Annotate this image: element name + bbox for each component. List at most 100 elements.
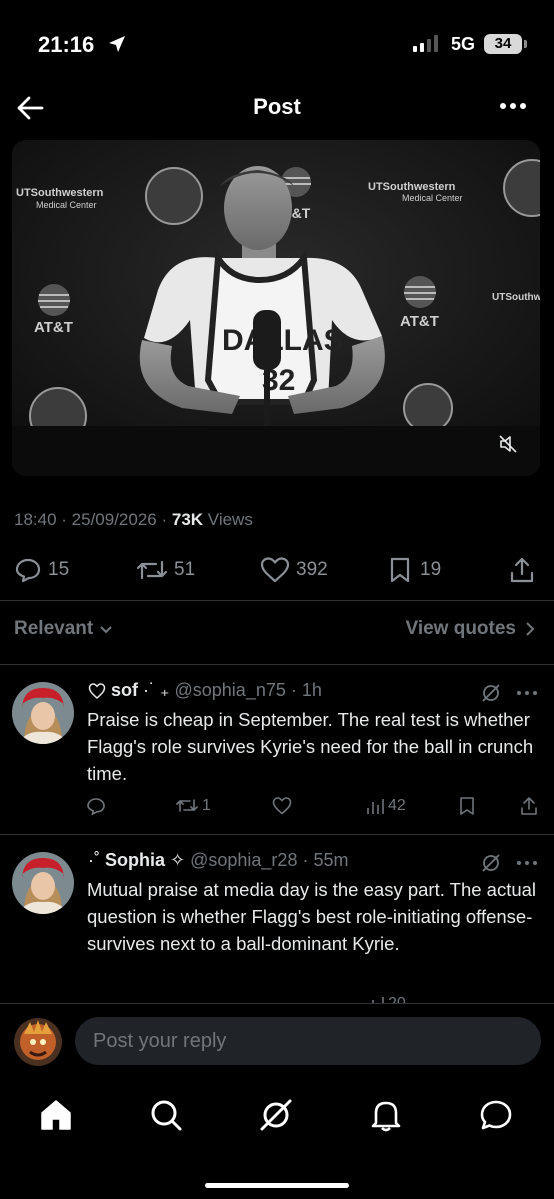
views-button[interactable]: 20 [366,994,406,1003]
like-button[interactable]: 392 [260,556,328,584]
battery-icon: 34 [484,34,522,54]
sponsor-text: UTSouthwestern [492,292,540,303]
att-text: AT&T [400,313,439,330]
reply-actions: 1 42 [0,796,554,822]
notifications-icon[interactable] [368,1097,404,1133]
location-arrow-icon [109,36,125,52]
signal-icon [413,35,438,52]
more-icon[interactable] [516,690,538,696]
grok-icon[interactable] [258,1097,294,1133]
page-title: Post [253,94,301,119]
reply-item[interactable]: ·˚ Sophia ✧ @sophia_r28 · 55m Mutual pra… [0,834,554,1003]
search-icon[interactable] [148,1097,184,1133]
view-quotes-label: View quotes [405,618,516,639]
bookmark-button[interactable] [458,796,476,816]
reply-item[interactable]: sof ·˙ ₊ @sophia_n75 · 1h Praise is chea… [0,664,554,834]
views-icon [372,997,384,1003]
status-bar: 21:16 5G 34 [0,0,554,88]
reply-icon [87,798,105,816]
more-icon[interactable] [516,860,538,866]
bookmark-icon [390,557,410,583]
bookmark-count: 19 [420,559,442,580]
repost-count: 1 [202,797,211,814]
reply-composer: Post your reply [0,1003,554,1079]
post-meta: 18:40 · 25/09/2026 · 73K Views [14,510,253,529]
like-count: 392 [296,559,328,580]
share-button[interactable] [508,556,536,584]
post-views-label: Views [207,510,253,529]
views-icon [367,799,384,814]
repost-icon [176,799,198,812]
bottom-tab-bar [0,1079,554,1199]
reply-author-handle[interactable]: @sophia_r28 [190,850,297,871]
sort-dropdown[interactable]: Relevant [14,618,113,640]
reply-count: 15 [48,559,70,580]
network-type: 5G [451,34,476,54]
reply-author-suffix: ·˙ ₊ [143,680,170,700]
avatar[interactable] [12,852,74,914]
mute-icon[interactable] [498,434,518,454]
views-button[interactable]: 42 [366,796,406,816]
reply-author-handle[interactable]: @sophia_n75 [175,680,286,701]
top-nav: Post [0,88,554,128]
sponsor-text: UTSouthwestern [368,181,456,193]
heart-icon [272,797,292,815]
sponsor-text: UTSouthwestern [16,187,104,199]
avatar[interactable] [12,682,74,744]
grok-icon[interactable] [480,682,502,704]
divider [0,600,554,601]
more-icon[interactable] [496,94,530,118]
post-time: 18:40 [14,510,57,529]
reply-time: 1h [301,680,322,700]
repost-button[interactable]: 1 [176,796,211,816]
repost-button[interactable]: 51 [136,556,195,584]
share-button[interactable] [520,796,538,816]
video-frame: UTSouthwestern Medical Center UTSouthwes… [12,140,540,476]
heart-icon [260,557,290,583]
reply-icon [15,558,41,583]
reply-button[interactable] [86,796,106,816]
views-count: 20 [388,995,406,1003]
home-icon[interactable] [38,1097,74,1133]
reply-author-suffix: ✧ [170,850,186,870]
avatar[interactable] [14,1018,62,1066]
like-button[interactable] [272,796,292,816]
share-icon [521,797,537,815]
bookmark-icon [460,797,474,815]
post-actions: 15 51 392 19 [0,552,554,592]
views-count: 42 [388,797,406,814]
chevron-right-icon [526,622,535,636]
repost-count: 51 [174,559,196,580]
post-date: 25/09/2026 [71,510,157,529]
reply-sort-row: Relevant View quotes [0,612,554,646]
sponsor-subtext: Medical Center [36,200,97,210]
reply-text: Praise is cheap in September. The real t… [87,709,534,784]
home-indicator [205,1183,349,1188]
post-video[interactable]: UTSouthwestern Medical Center UTSouthwes… [12,140,540,476]
reply-author-name[interactable]: Sophia [105,850,165,871]
messages-icon[interactable] [478,1097,514,1133]
reply-text: Mutual praise at media day is the easy p… [87,879,537,954]
att-text: AT&T [34,319,73,336]
reply-author-prefix: ·˚ [88,850,100,870]
jersey-text: DALLAS [222,324,344,357]
sponsor-subtext: Medical Center [402,193,463,203]
post-views-count: 73K [171,510,204,529]
reply-input[interactable]: Post your reply [75,1017,541,1065]
repost-icon [136,560,168,580]
chevron-down-icon [100,626,112,634]
battery-tip [524,40,527,48]
reply-time: 55m [313,850,349,870]
sort-label: Relevant [14,618,94,639]
status-time: 21:16 [38,32,95,57]
reply-author-name[interactable]: sof [111,680,138,701]
share-icon [510,557,534,583]
reply-header: sof ·˙ ₊ @sophia_n75 · 1h [88,680,322,701]
reply-actions: 20 [0,994,554,1003]
bookmark-button[interactable]: 19 [386,556,441,584]
view-quotes-link[interactable]: View quotes [405,618,536,640]
heart-outline-icon [88,682,106,699]
grok-icon[interactable] [480,852,502,874]
reply-button[interactable]: 15 [14,556,69,584]
reply-header: ·˚ Sophia ✧ @sophia_r28 · 55m [88,850,349,871]
